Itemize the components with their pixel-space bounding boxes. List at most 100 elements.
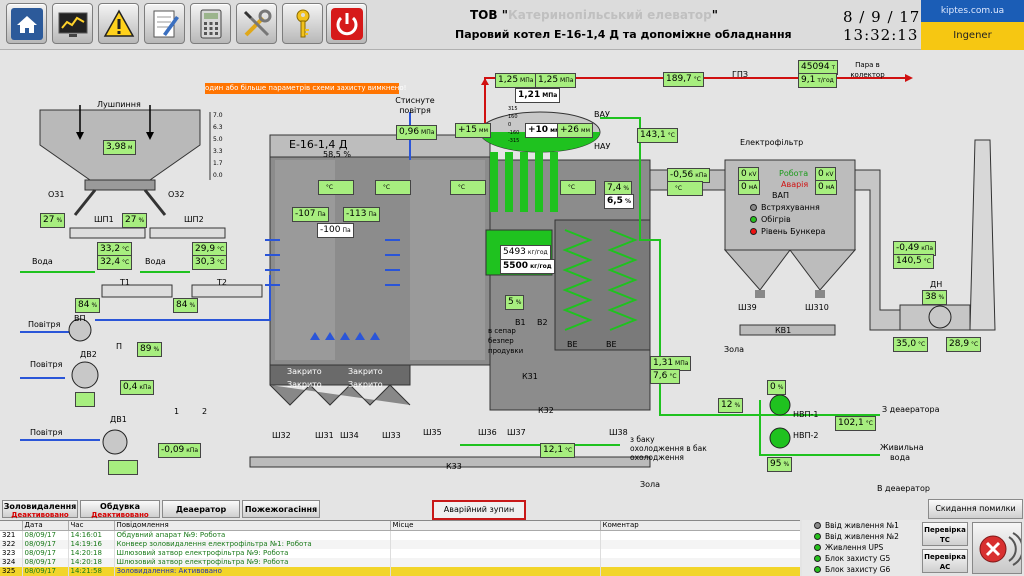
kv1-tag[interactable]: КВ1 xyxy=(775,326,791,336)
calculator-button[interactable] xyxy=(190,3,231,44)
log-row[interactable]: 324 08/09/17 14:20:18 Шлюзовий затвор елект… xyxy=(0,557,800,567)
k32-tag[interactable]: К32 xyxy=(538,406,554,416)
event-log[interactable]: Дата Час Повідомлення Місце Коментар 321… xyxy=(0,520,800,576)
air-pressure-kpa: 0,4 кПа xyxy=(120,380,155,395)
power-icon xyxy=(331,8,363,40)
log-row[interactable]: 322 08/09/17 14:19:16 Конвеєр золовидалення… xyxy=(0,539,800,549)
t2-percent[interactable]: 84% xyxy=(173,298,199,313)
shp2-tag[interactable]: ШП2 xyxy=(184,215,204,225)
sh35-tag[interactable]: Ш35 xyxy=(423,428,442,438)
nau-label: НАУ xyxy=(594,142,611,151)
trends-button[interactable] xyxy=(52,3,93,44)
nvp2-percent[interactable]: 95% xyxy=(767,457,793,472)
vap-label: ВАП xyxy=(772,191,789,200)
sh310-tag[interactable]: Ш310 xyxy=(805,303,829,313)
gpz-tag[interactable]: ГПЗ xyxy=(732,70,748,80)
sh38-tag[interactable]: Ш38 xyxy=(609,428,628,438)
furnace-vacuum-setpoint[interactable]: -100 Па xyxy=(317,223,354,238)
t2-tag[interactable]: Т2 xyxy=(217,278,227,288)
t1-tag[interactable]: Т1 xyxy=(120,278,130,288)
p-tag[interactable]: П xyxy=(116,342,122,352)
k31-tag[interactable]: К31 xyxy=(522,372,538,382)
valve1-tag[interactable]: 1 xyxy=(174,407,179,417)
drum-pressure: 1,21 МПа xyxy=(515,88,561,103)
reset-error-button[interactable]: Скидання помилки xyxy=(928,499,1023,519)
steam-flow-actual: 5493 кг/год xyxy=(500,245,551,260)
status-power-2: Ввід живлення №2 xyxy=(802,531,920,542)
check-tc-button[interactable]: Перевірка ТС xyxy=(922,522,968,546)
air-label-3: Повітря xyxy=(30,428,63,437)
sh37-tag[interactable]: Ш37 xyxy=(507,428,526,438)
notes-button[interactable] xyxy=(144,3,185,44)
alarms-button[interactable] xyxy=(98,3,139,44)
home-button[interactable] xyxy=(6,3,47,44)
level-scale: 7.0 6.3 5.0 3.3 1.7 0.0 xyxy=(213,112,223,179)
home-icon xyxy=(11,8,43,40)
flue-temp: °C xyxy=(667,181,703,196)
water-label-2: Вода xyxy=(145,257,166,266)
shaking-status: Встряхування xyxy=(750,202,840,214)
sh36-tag[interactable]: Ш36 xyxy=(478,428,497,438)
emergency-stop-button[interactable]: Аварійний зупин xyxy=(432,500,526,520)
steam-flow-setpoint[interactable]: 5500 кг/год xyxy=(500,259,555,274)
dn-temp-2: 35,0 °C xyxy=(893,337,929,352)
o31-tag[interactable]: О31 xyxy=(48,190,64,200)
blowdown-percent[interactable]: 5% xyxy=(505,295,525,310)
sh39-tag[interactable]: Ш39 xyxy=(738,303,757,313)
o32-tag[interactable]: О32 xyxy=(168,190,184,200)
tab-deaerator[interactable]: Деаератор xyxy=(162,500,240,518)
dn-tag[interactable]: ДН xyxy=(930,280,942,290)
tab-ash-removal[interactable]: Золовидалення Деактивовано xyxy=(2,500,78,519)
dv2-readout[interactable] xyxy=(75,392,95,407)
from-deaerator-label: З деаератора xyxy=(882,405,940,414)
protection-alarm-banner[interactable]: один або більше параметрів схеми захисту… xyxy=(205,83,406,94)
tools-icon xyxy=(243,9,272,37)
valve2-tag[interactable]: 2 xyxy=(202,407,207,417)
sh34-tag[interactable]: Ш34 xyxy=(340,431,359,441)
nvp1-tag[interactable]: НВП-1 xyxy=(793,410,819,420)
furnace-temp-3: °C xyxy=(450,180,486,195)
log-row[interactable]: 323 08/09/17 14:20:18 Шлюзовий затвор елект… xyxy=(0,548,800,558)
shp2-percent[interactable]: 27% xyxy=(122,213,148,228)
sh32-tag[interactable]: Ш32 xyxy=(272,431,291,441)
log-row-selected[interactable]: 325 08/09/17 14:21:58 Золовидалення: Активо… xyxy=(0,566,800,576)
dv1-tag[interactable]: ДВ1 xyxy=(110,415,127,425)
check-ac-button[interactable]: Перевірка АС xyxy=(922,549,968,573)
ef-status-panel: ВАП Встряхування Обігрів Рівень Бункера xyxy=(750,190,840,240)
closed-label-4: Закрито xyxy=(348,380,383,389)
b2-tag[interactable]: В2 xyxy=(537,318,548,328)
site-link[interactable]: kiptes.com.ua xyxy=(921,0,1024,22)
hopper-level-value[interactable]: 3,98 м xyxy=(103,140,136,155)
tab-blowing[interactable]: Обдувка Деактивовано xyxy=(80,500,160,519)
sh33-tag[interactable]: Ш33 xyxy=(382,431,401,441)
shp1-percent[interactable]: 27% xyxy=(40,213,66,228)
t1-temp-b: 32,4 °C xyxy=(97,255,133,270)
dv1-readout[interactable] xyxy=(108,460,138,475)
shutdown-button[interactable] xyxy=(326,3,367,44)
dv2-tag[interactable]: ДВ2 xyxy=(80,350,97,360)
sh31-tag[interactable]: Ш31 xyxy=(315,431,334,441)
feed-valve-percent[interactable]: 12% xyxy=(718,398,744,413)
calculator-icon xyxy=(200,9,222,39)
vp-tag[interactable]: ВП xyxy=(74,314,86,324)
nvp2-tag[interactable]: НВП-2 xyxy=(793,431,819,441)
tab-fire-suppression[interactable]: Пожежогасіння xyxy=(242,500,320,518)
b1-tag[interactable]: В1 xyxy=(515,318,526,328)
p-percent[interactable]: 89% xyxy=(137,342,163,357)
shp1-tag[interactable]: ШП1 xyxy=(94,215,114,225)
closed-label-2: Закрито xyxy=(348,367,383,376)
t1-percent[interactable]: 84% xyxy=(75,298,101,313)
settings-button[interactable] xyxy=(236,3,277,44)
log-row[interactable]: 321 08/09/17 14:16:01 Обдувний апарат №9: Р… xyxy=(0,530,800,540)
oxygen-setpoint[interactable]: 6,5% xyxy=(604,194,634,209)
k33-tag[interactable]: К33 xyxy=(446,462,462,472)
page-title: Паровий котел Е-16-1,4 Д та допоміжне об… xyxy=(455,28,792,41)
power-status-panel: Ввід живлення №1 Ввід живлення №2 Живлен… xyxy=(802,520,920,576)
dn-percent[interactable]: 38% xyxy=(922,290,948,305)
exit-button[interactable] xyxy=(972,522,1024,574)
login-button[interactable] xyxy=(282,3,323,44)
nvp1-percent[interactable]: 0% xyxy=(767,380,787,395)
user-badge[interactable]: Ingener xyxy=(921,22,1024,50)
ve-label-1: ВЕ xyxy=(567,340,578,349)
ash-label-2: Зола xyxy=(724,345,745,354)
